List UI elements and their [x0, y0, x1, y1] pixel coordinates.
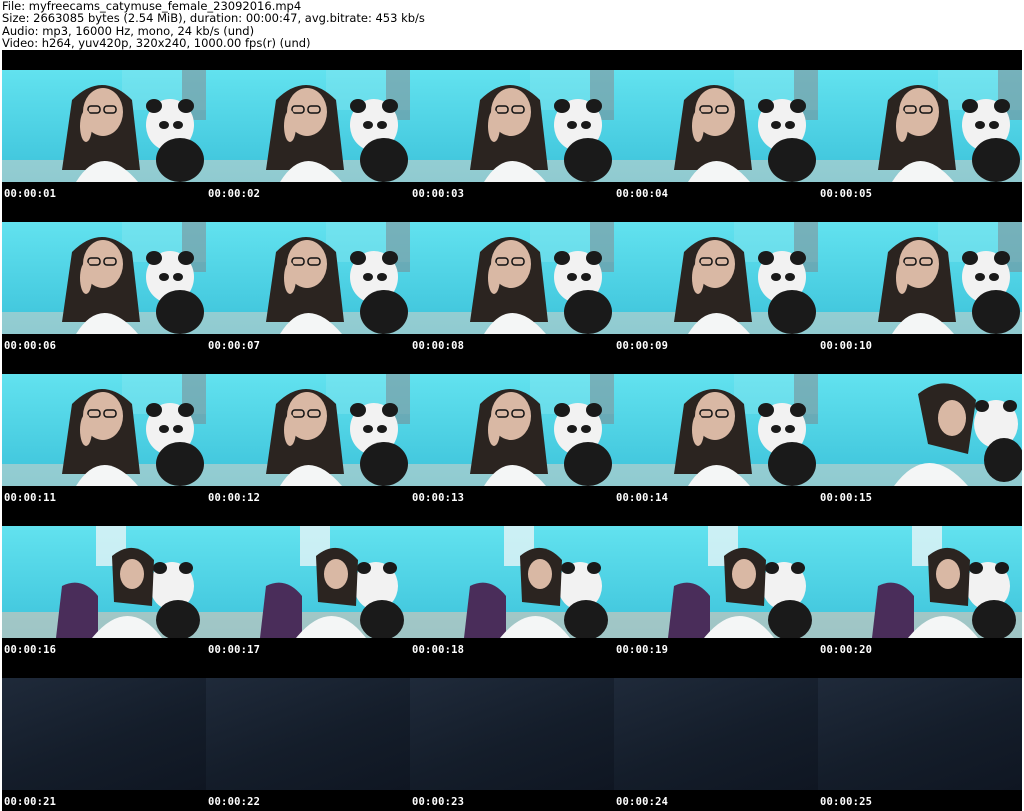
timestamp-label: 00:00:22 — [208, 796, 261, 808]
thumbnail-cell: 00:00:05 — [818, 50, 1022, 202]
frame-image — [410, 222, 614, 334]
frame-image — [818, 70, 1022, 182]
thumbnail-cell: 00:00:25 — [818, 658, 1022, 810]
frame-image — [410, 374, 614, 486]
video-frame-thumbnail — [614, 374, 818, 486]
thumbnail-cell: 00:00:20 — [818, 506, 1022, 658]
timestamp-label: 00:00:07 — [208, 340, 261, 352]
video-frame-thumbnail — [410, 70, 614, 182]
timestamp-label: 00:00:20 — [820, 644, 873, 656]
frame-image — [206, 222, 410, 334]
frame-image — [2, 526, 206, 638]
video-frame-thumbnail — [614, 526, 818, 638]
video-frame-thumbnail — [410, 526, 614, 638]
video-frame-thumbnail — [206, 222, 410, 334]
timestamp-label: 00:00:25 — [820, 796, 873, 808]
thumbnail-cell: 00:00:14 — [614, 354, 818, 506]
frame-image — [614, 374, 818, 486]
thumbnail-cell: 00:00:06 — [2, 202, 206, 354]
video-frame-thumbnail — [614, 678, 818, 790]
thumbnail-cell: 00:00:16 — [2, 506, 206, 658]
thumbnail-cell: 00:00:22 — [206, 658, 410, 810]
timestamp-label: 00:00:16 — [4, 644, 57, 656]
video-frame-thumbnail — [614, 222, 818, 334]
video-frame-thumbnail — [206, 526, 410, 638]
video-frame-thumbnail — [818, 678, 1022, 790]
timestamp-label: 00:00:03 — [412, 188, 465, 200]
thumbnail-cell: 00:00:02 — [206, 50, 410, 202]
timestamp-label: 00:00:11 — [4, 492, 57, 504]
video-frame-thumbnail — [2, 70, 206, 182]
thumbnail-cell: 00:00:03 — [410, 50, 614, 202]
timestamp-label: 00:00:05 — [820, 188, 873, 200]
frame-image — [614, 222, 818, 334]
frame-image — [2, 222, 206, 334]
thumbnail-cell: 00:00:13 — [410, 354, 614, 506]
timestamp-label: 00:00:13 — [412, 492, 465, 504]
video-frame-thumbnail — [206, 70, 410, 182]
frame-image — [410, 70, 614, 182]
thumbnail-cell: 00:00:21 — [2, 658, 206, 810]
timestamp-label: 00:00:01 — [4, 188, 57, 200]
timestamp-label: 00:00:06 — [4, 340, 57, 352]
frame-image — [818, 374, 1022, 486]
timestamp-label: 00:00:21 — [4, 796, 57, 808]
frame-image — [2, 70, 206, 182]
video-frame-thumbnail — [2, 222, 206, 334]
file-info-header: File: myfreecams_catymuse_female_2309201… — [2, 0, 1022, 50]
timestamp-label: 00:00:17 — [208, 644, 261, 656]
video-frame-thumbnail — [410, 222, 614, 334]
frame-image — [614, 526, 818, 638]
video-frame-thumbnail — [614, 70, 818, 182]
timestamp-label: 00:00:10 — [820, 340, 873, 352]
frame-image — [410, 526, 614, 638]
thumbnail-cell: 00:00:07 — [206, 202, 410, 354]
timestamp-label: 00:00:12 — [208, 492, 261, 504]
video-frame-thumbnail — [2, 374, 206, 486]
timestamp-label: 00:00:15 — [820, 492, 873, 504]
timestamp-label: 00:00:02 — [208, 188, 261, 200]
timestamp-label: 00:00:14 — [616, 492, 669, 504]
frame-image — [818, 526, 1022, 638]
frame-image — [818, 222, 1022, 334]
thumbnail-cell: 00:00:19 — [614, 506, 818, 658]
frame-image — [2, 374, 206, 486]
thumbnail-cell: 00:00:15 — [818, 354, 1022, 506]
video-frame-thumbnail — [818, 526, 1022, 638]
thumbnail-cell: 00:00:12 — [206, 354, 410, 506]
timestamp-label: 00:00:23 — [412, 796, 465, 808]
video-frame-thumbnail — [2, 678, 206, 790]
video-frame-thumbnail — [818, 222, 1022, 334]
thumbnail-cell: 00:00:04 — [614, 50, 818, 202]
thumbnail-cell: 00:00:24 — [614, 658, 818, 810]
thumbnail-cell: 00:00:23 — [410, 658, 614, 810]
thumbnail-cell: 00:00:11 — [2, 354, 206, 506]
video-frame-thumbnail — [818, 374, 1022, 486]
frame-image — [206, 374, 410, 486]
timestamp-label: 00:00:24 — [616, 796, 669, 808]
thumbnail-cell: 00:00:09 — [614, 202, 818, 354]
thumbnail-cell: 00:00:01 — [2, 50, 206, 202]
video-frame-thumbnail — [2, 526, 206, 638]
thumbnail-cell: 00:00:08 — [410, 202, 614, 354]
timestamp-label: 00:00:18 — [412, 644, 465, 656]
thumbnail-grid: 00:00:01 00:00:02 00:00:03 00:00:04 00:0… — [2, 50, 1022, 811]
thumbnail-cell: 00:00:17 — [206, 506, 410, 658]
timestamp-label: 00:00:19 — [616, 644, 669, 656]
frame-image — [614, 70, 818, 182]
video-frame-thumbnail — [818, 70, 1022, 182]
video-frame-thumbnail — [206, 678, 410, 790]
timestamp-label: 00:00:04 — [616, 188, 669, 200]
video-frame-thumbnail — [410, 374, 614, 486]
video-frame-thumbnail — [410, 678, 614, 790]
timestamp-label: 00:00:09 — [616, 340, 669, 352]
frame-image — [206, 526, 410, 638]
video-frame-thumbnail — [206, 374, 410, 486]
frame-image — [206, 70, 410, 182]
thumbnail-cell: 00:00:10 — [818, 202, 1022, 354]
thumbnail-cell: 00:00:18 — [410, 506, 614, 658]
timestamp-label: 00:00:08 — [412, 340, 465, 352]
video-info-line: Video: h264, yuv420p, 320x240, 1000.00 f… — [2, 36, 311, 51]
file-size-line: Size: 2663085 bytes (2.54 MiB), duration… — [2, 11, 425, 26]
